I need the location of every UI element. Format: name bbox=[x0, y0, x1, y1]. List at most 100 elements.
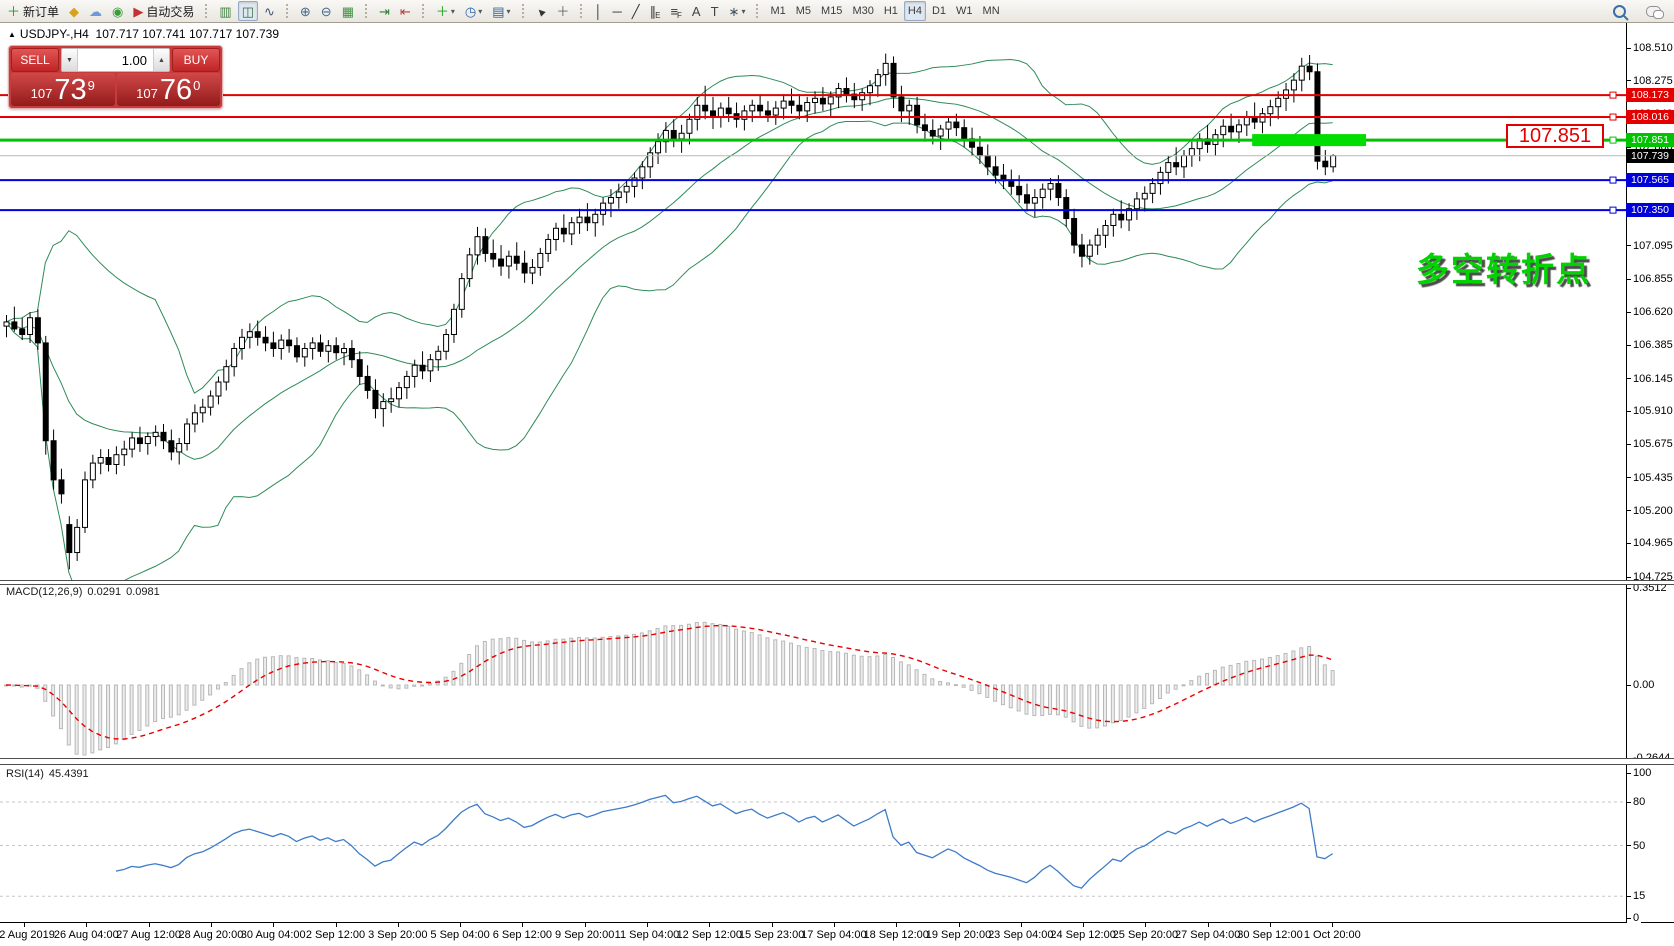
rsi-panel-separator[interactable] bbox=[0, 758, 1674, 765]
sell-price-big: 73 bbox=[54, 76, 86, 105]
candle-body bbox=[1236, 125, 1241, 132]
level-line-handle[interactable] bbox=[1610, 177, 1616, 183]
macd-histogram-bar bbox=[538, 642, 541, 685]
level-line-handle[interactable] bbox=[1610, 137, 1616, 143]
tile-windows-button[interactable]: ▦ bbox=[338, 1, 358, 21]
candle-body bbox=[844, 89, 849, 95]
macd-histogram-bar bbox=[1119, 685, 1122, 721]
macd-histogram-bar bbox=[782, 641, 785, 685]
candle-body bbox=[287, 340, 292, 346]
tf-mn-button[interactable]: MN bbox=[979, 1, 1004, 21]
macd-histogram-bar bbox=[271, 657, 274, 685]
candle-body bbox=[640, 167, 645, 178]
tf-m1-button[interactable]: M1 bbox=[766, 1, 789, 21]
candlestick-chart-button[interactable]: ◫ bbox=[238, 1, 258, 21]
candle-body bbox=[318, 343, 323, 351]
autotrading-button[interactable]: ▶自动交易 bbox=[129, 1, 198, 21]
macd-histogram-bar bbox=[162, 685, 165, 719]
bar-chart-button[interactable]: ▥ bbox=[215, 1, 235, 21]
indicators-add-button[interactable]: ＋▾ bbox=[432, 1, 459, 21]
candle-body bbox=[467, 255, 472, 279]
indicators-add-button-caret-icon[interactable]: ▾ bbox=[451, 7, 455, 16]
macd-histogram-bar bbox=[892, 658, 895, 685]
macd-panel-canvas[interactable] bbox=[0, 584, 1626, 758]
zoom-out-button[interactable]: ⊖ bbox=[317, 1, 336, 21]
horizontal-line-button[interactable]: ─ bbox=[609, 1, 626, 21]
arrows-button[interactable]: ∗▾ bbox=[725, 1, 750, 21]
cursor-button[interactable]: ► bbox=[532, 1, 551, 21]
volume-increase-button[interactable]: ▲ bbox=[153, 49, 169, 71]
candle-body bbox=[977, 147, 982, 155]
level-line-handle[interactable] bbox=[1610, 114, 1616, 120]
candle-body bbox=[1182, 156, 1187, 167]
buy-button[interactable]: BUY bbox=[172, 48, 220, 72]
crosshair-button[interactable]: ＋ bbox=[552, 1, 573, 21]
periods-button[interactable]: ◷▾ bbox=[461, 1, 486, 21]
macd-histogram-bar bbox=[12, 685, 15, 686]
rsi-panel-canvas[interactable] bbox=[0, 766, 1626, 922]
candle-body bbox=[67, 525, 72, 553]
equidistant-channel-button[interactable]: ∥E bbox=[646, 1, 665, 21]
candle-body bbox=[946, 122, 951, 129]
tf-w1-button[interactable]: W1 bbox=[952, 1, 977, 21]
signals-icon[interactable]: ◉ bbox=[108, 1, 127, 21]
candle-body bbox=[1142, 193, 1147, 199]
tf-m30-button[interactable]: M30 bbox=[848, 1, 877, 21]
buy-price-display[interactable]: 107 76 0 bbox=[117, 73, 221, 106]
macd-histogram-bar bbox=[1292, 651, 1295, 685]
macd-histogram-bar bbox=[1300, 648, 1303, 685]
periods-button-caret-icon[interactable]: ▾ bbox=[478, 7, 482, 16]
macd-histogram-bar bbox=[790, 643, 793, 685]
new-order-button[interactable]: ＋新订单 bbox=[3, 1, 63, 21]
turning-point-note[interactable]: 多空转折点 bbox=[1416, 243, 1591, 291]
macd-histogram-bar bbox=[483, 641, 486, 685]
label-button[interactable]: T bbox=[707, 1, 723, 21]
sell-button[interactable]: SELL bbox=[11, 48, 59, 72]
candle-body bbox=[137, 438, 142, 444]
trendline-button[interactable]: ╱ bbox=[628, 1, 644, 21]
tf-m15-button[interactable]: M15 bbox=[817, 1, 846, 21]
line-chart-button[interactable]: ∿ bbox=[260, 1, 279, 21]
tf-d1-button[interactable]: D1 bbox=[928, 1, 950, 21]
axis-tick-label: 105.910 bbox=[1627, 404, 1674, 418]
candle-body bbox=[561, 228, 566, 234]
macd-histogram-bar bbox=[986, 685, 989, 697]
volume-decrease-button[interactable]: ▼ bbox=[62, 49, 78, 71]
fibonacci-button[interactable]: ≡F bbox=[666, 1, 685, 21]
macd-histogram-bar bbox=[1253, 660, 1256, 685]
collapse-triangle-icon[interactable]: ▲ bbox=[8, 30, 16, 39]
candle-body bbox=[930, 130, 935, 136]
chart-shift-button[interactable]: ⇤ bbox=[396, 1, 415, 21]
zoom-in-button[interactable]: ⊕ bbox=[296, 1, 315, 21]
bollinger-band-line bbox=[6, 60, 1333, 394]
text-button[interactable]: A bbox=[688, 1, 705, 21]
candle-body bbox=[185, 424, 190, 444]
search-icon[interactable] bbox=[1609, 1, 1630, 21]
templates-button-caret-icon[interactable]: ▾ bbox=[507, 7, 511, 16]
macd-histogram-bar bbox=[530, 642, 533, 685]
sell-price-display[interactable]: 107 73 9 bbox=[11, 73, 115, 106]
axis-tick-label: 15 bbox=[1627, 889, 1647, 903]
time-axis[interactable]: 22 Aug 201926 Aug 04:0027 Aug 12:0028 Au… bbox=[0, 923, 1674, 946]
arrows-button-caret-icon[interactable]: ▾ bbox=[741, 7, 745, 16]
macd-histogram-bar bbox=[146, 685, 149, 726]
highlight-zone-rect[interactable] bbox=[1252, 134, 1366, 146]
level-line-handle[interactable] bbox=[1610, 92, 1616, 98]
vertical-line-button[interactable]: │ bbox=[590, 1, 606, 21]
macd-panel-separator[interactable] bbox=[0, 580, 1674, 585]
rsi-name: RSI(14) bbox=[6, 768, 44, 780]
data-window-icon[interactable]: ☁ bbox=[85, 1, 106, 21]
tf-m5-button[interactable]: M5 bbox=[792, 1, 815, 21]
tf-h1-button[interactable]: H1 bbox=[880, 1, 902, 21]
main-chart-canvas[interactable] bbox=[0, 22, 1626, 580]
templates-button[interactable]: ▤▾ bbox=[488, 1, 514, 21]
volume-input[interactable]: 1.00 bbox=[78, 49, 153, 71]
chat-icon[interactable] bbox=[1642, 1, 1665, 21]
auto-scroll-button[interactable]: ⇥ bbox=[375, 1, 394, 21]
tf-h4-button[interactable]: H4 bbox=[904, 1, 926, 21]
market-watch-icon[interactable]: ◆ bbox=[65, 1, 83, 21]
level-line-handle[interactable] bbox=[1610, 207, 1616, 213]
price-annotation-box[interactable]: 107.851 bbox=[1506, 124, 1604, 148]
time-tick bbox=[86, 923, 87, 927]
candle-body bbox=[1048, 184, 1053, 190]
